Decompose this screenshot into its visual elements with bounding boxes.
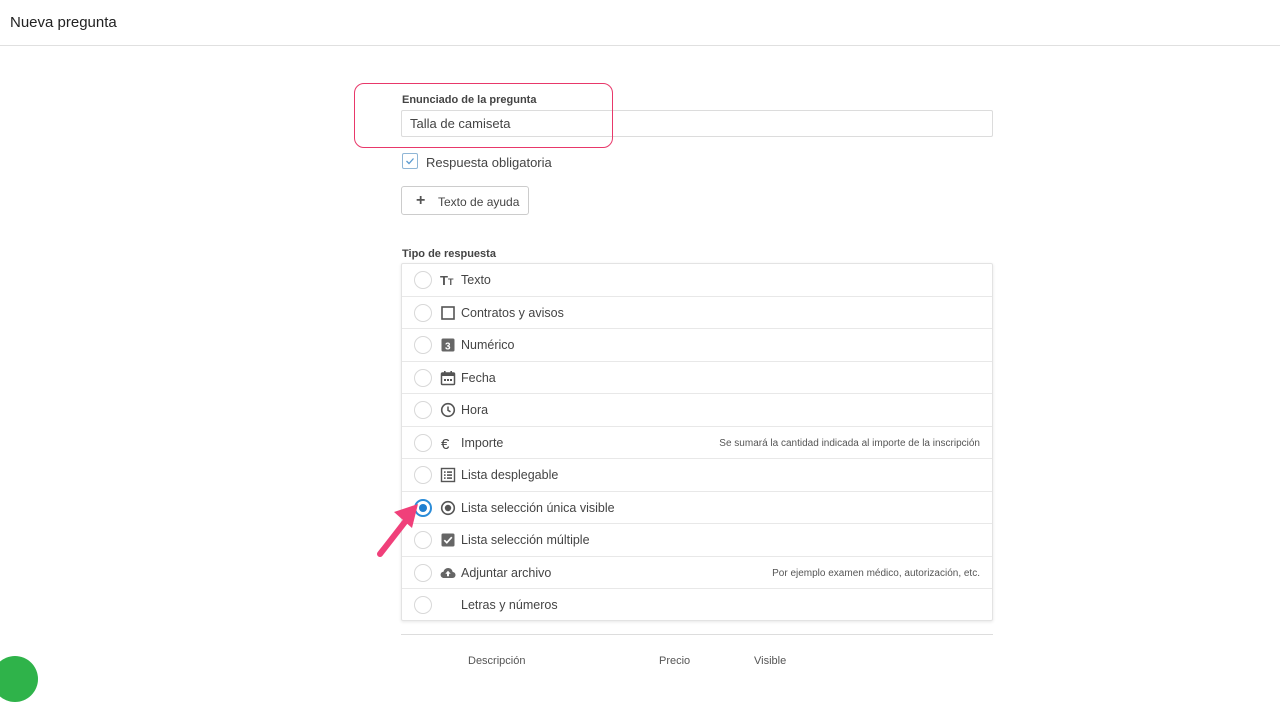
number-icon: 3	[440, 337, 456, 353]
option-label: Texto	[461, 273, 491, 287]
clock-icon	[440, 402, 456, 418]
svg-text:3: 3	[445, 342, 451, 353]
option-note: Por ejemplo examen médico, autorización,…	[772, 567, 980, 579]
section-divider	[401, 634, 993, 635]
radio-icon	[440, 500, 456, 516]
option-label: Lista desplegable	[461, 468, 559, 482]
required-label[interactable]: Respuesta obligatoria	[426, 155, 552, 170]
option-label: Numérico	[461, 338, 515, 352]
column-header-precio: Precio	[659, 655, 691, 667]
svg-text:T: T	[440, 273, 448, 288]
radio-button[interactable]	[414, 303, 432, 322]
radio-button[interactable]	[414, 563, 432, 582]
option-texto[interactable]: TT Texto	[402, 264, 992, 297]
answer-type-label: Tipo de respuesta	[402, 248, 496, 260]
option-letras-numeros[interactable]: Letras y números	[402, 589, 992, 622]
option-label: Letras y números	[461, 598, 558, 612]
highlight-annotation	[354, 83, 613, 148]
radio-button[interactable]	[414, 596, 432, 614]
option-label: Lista selección única visible	[461, 500, 615, 515]
option-adjuntar-archivo[interactable]: Adjuntar archivo Por ejemplo examen médi…	[402, 557, 992, 589]
plus-icon: +	[416, 192, 426, 209]
svg-text:T: T	[448, 277, 454, 287]
checkbox-outline-icon	[440, 305, 456, 321]
radio-button[interactable]	[414, 368, 432, 387]
checkbox-checked-icon	[440, 532, 456, 548]
radio-button[interactable]	[414, 271, 432, 289]
floating-action-button[interactable]	[0, 656, 38, 702]
radio-button[interactable]	[414, 433, 432, 452]
radio-button[interactable]	[414, 466, 432, 484]
top-bar: Nueva pregunta	[0, 0, 1280, 46]
calendar-icon	[440, 370, 456, 386]
checkmark-icon	[406, 158, 414, 165]
help-text-button[interactable]: + Texto de ayuda	[401, 186, 529, 215]
option-hora[interactable]: Hora	[402, 394, 992, 427]
required-checkbox[interactable]	[402, 153, 418, 169]
arrow-annotation-icon	[377, 504, 418, 557]
column-header-visible: Visible	[754, 655, 787, 667]
radio-button[interactable]	[414, 401, 432, 419]
list-icon	[440, 467, 456, 483]
answer-type-list: TT Texto Contratos y avisos 3 Numérico F…	[401, 263, 993, 621]
option-lista-seleccion-multiple[interactable]: Lista selección múltiple	[402, 524, 992, 557]
page-title: Nueva pregunta	[10, 14, 117, 31]
option-lista-desplegable[interactable]: Lista desplegable	[402, 459, 992, 492]
text-format-icon: TT	[440, 272, 456, 288]
option-fecha[interactable]: Fecha	[402, 362, 992, 394]
option-label: Hora	[461, 403, 489, 417]
svg-text:€: €	[441, 436, 450, 451]
option-contratos[interactable]: Contratos y avisos	[402, 297, 992, 329]
cloud-upload-icon	[440, 565, 456, 581]
euro-icon: €	[440, 435, 456, 451]
option-label: Contratos y avisos	[461, 305, 564, 320]
option-label: Lista selección múltiple	[461, 533, 590, 547]
option-numerico[interactable]: 3 Numérico	[402, 329, 992, 362]
help-text-button-label: Texto de ayuda	[438, 195, 520, 209]
option-note: Se sumará la cantidad indicada al import…	[719, 437, 980, 449]
column-header-descripcion: Descripción	[468, 655, 526, 667]
radio-button[interactable]	[414, 336, 432, 354]
option-label: Adjuntar archivo	[461, 565, 552, 580]
option-label: Importe	[461, 435, 504, 450]
option-label: Fecha	[461, 370, 496, 385]
option-importe[interactable]: € Importe Se sumará la cantidad indicada…	[402, 427, 992, 459]
option-lista-seleccion-unica[interactable]: Lista selección única visible	[402, 492, 992, 524]
